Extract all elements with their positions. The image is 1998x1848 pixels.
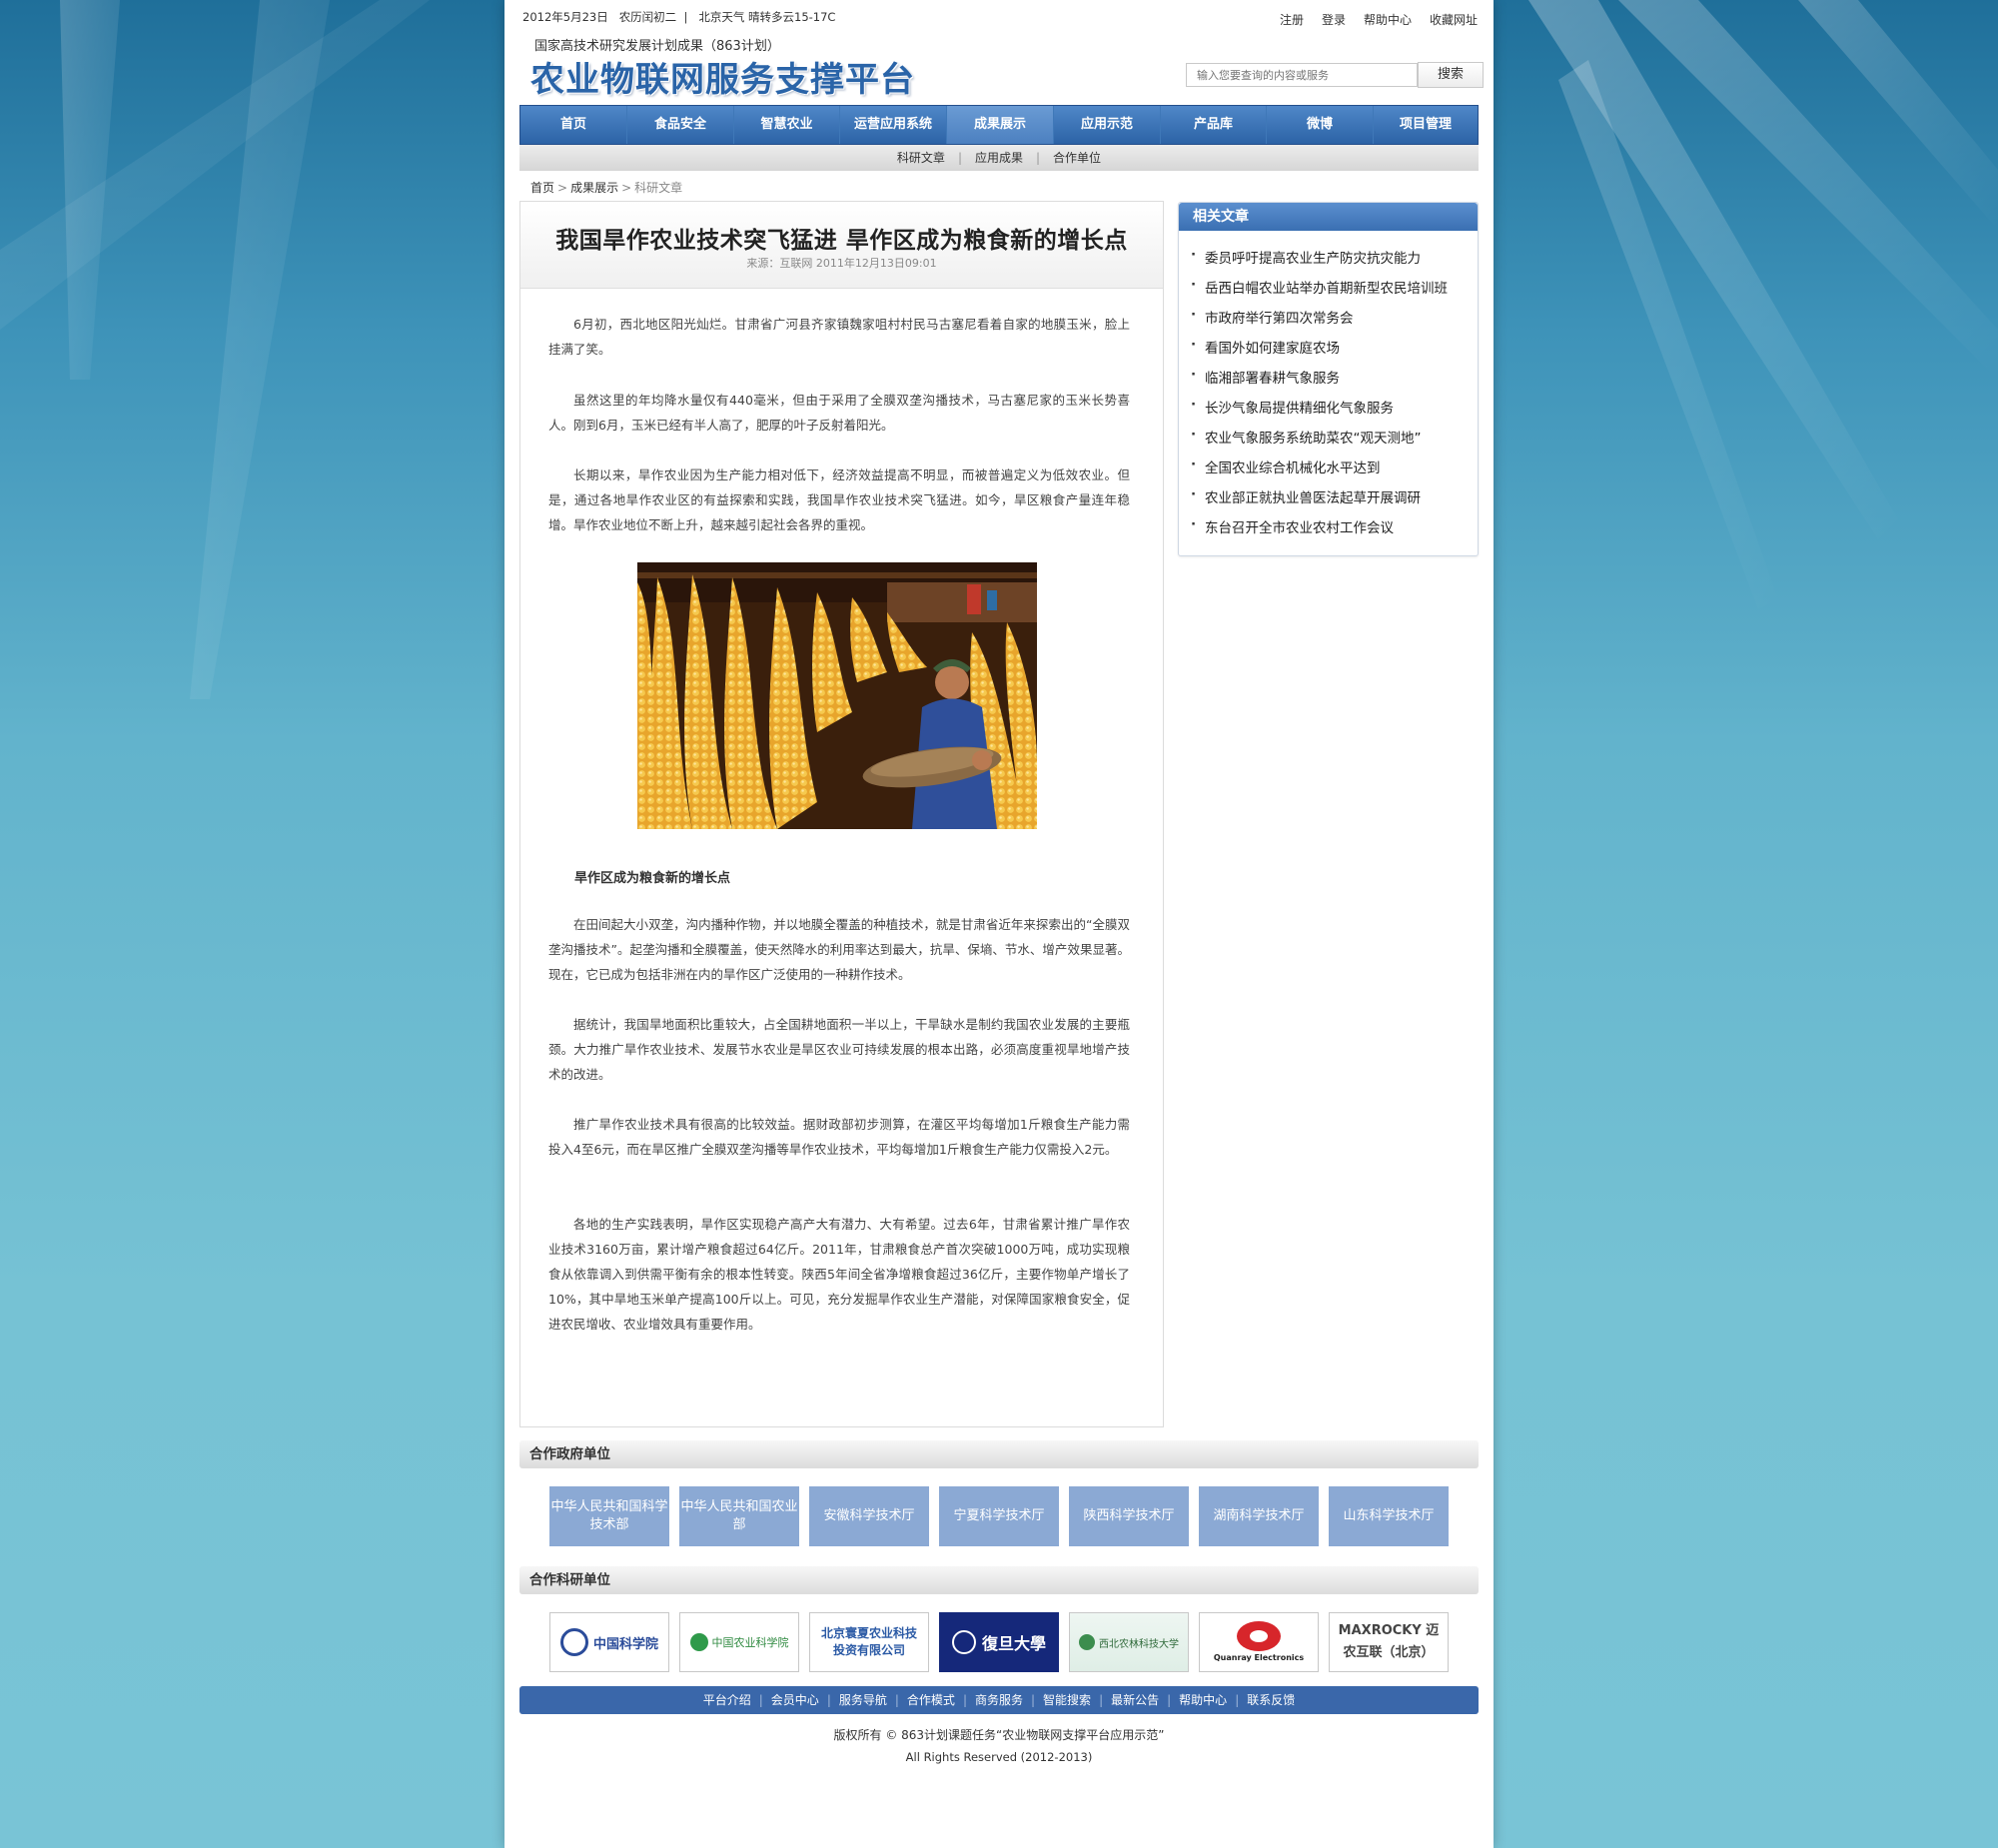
nav-demonstration[interactable]: 应用示范	[1054, 106, 1161, 144]
nav-weibo[interactable]: 微博	[1267, 106, 1374, 144]
research-partners-title: 合作科研单位	[519, 1566, 1479, 1594]
related-article-link[interactable]: 东台召开全市农业农村工作会议	[1191, 516, 1394, 536]
related-article-link[interactable]: 委员呼吁提高农业生产防灾抗灾能力	[1191, 247, 1421, 267]
bookmark-link[interactable]: 收藏网址	[1430, 13, 1478, 27]
subnav-application-results[interactable]: 应用成果	[962, 151, 1036, 165]
gov-partner-tile[interactable]: 安徽科学技术厅	[809, 1486, 929, 1546]
top-links: 注册 登录 帮助中心 收藏网址	[1262, 11, 1478, 28]
related-articles-title: 相关文章	[1179, 203, 1478, 231]
breadcrumb-achievements[interactable]: 成果展示	[570, 181, 618, 195]
related-articles-panel: 相关文章 委员呼吁提高农业生产防灾抗灾能力 岳西白帽农业站举办首期新型农民培训班…	[1178, 202, 1479, 556]
lunar-date: 农历闰初二	[618, 10, 677, 24]
article-paragraph: 6月初，西北地区阳光灿烂。甘肃省广河县齐家镇魏家咀村村民马古塞尼看着自家的地膜玉…	[548, 317, 1130, 357]
article-paragraph: 各地的生产实践表明，旱作区实现稳产高产大有潜力、大有希望。过去6年，甘肃省累计推…	[548, 1217, 1130, 1332]
date-text: 2012年5月23日	[522, 10, 608, 24]
article-paragraph: 长期以来，旱作农业因为生产能力相对低下，经济效益提高不明显，而被普遍定义为低效农…	[548, 467, 1130, 532]
gov-partners-title: 合作政府单位	[519, 1440, 1479, 1468]
footer-rights: All Rights Reserved (2012-2013)	[905, 1750, 1093, 1764]
help-center-link[interactable]: 帮助中心	[1364, 13, 1412, 27]
article-paragraph: 虽然这里的年均降水量仅有440毫米，但由于采用了全膜双垄沟播技术，马古塞尼家的玉…	[548, 393, 1130, 433]
gov-partner-tile[interactable]: 陕西科学技术厅	[1069, 1486, 1189, 1546]
related-article-link[interactable]: 农业气象服务系统助菜农“观天测地”	[1191, 427, 1421, 447]
breadcrumb-home[interactable]: 首页	[530, 181, 554, 195]
footer-link-platform-intro[interactable]: 平台介绍	[703, 1693, 751, 1707]
footer-link-feedback[interactable]: 联系反馈	[1247, 1693, 1295, 1707]
breadcrumb-current: 科研文章	[634, 181, 683, 195]
article-panel: 我国旱作农业技术突飞猛进 旱作区成为粮食新的增长点 来源：互联网 2011年12…	[519, 201, 1164, 1427]
weather-text: 北京天气 晴转多云15-17C	[698, 10, 836, 24]
footer-copyright: 版权所有 © 863计划课题任务“农业物联网支撑平台应用示范”	[833, 1728, 1165, 1742]
partner-logo-beijing-agri[interactable]: 北京寰夏农业科技投资有限公司	[809, 1612, 929, 1672]
top-info: 2012年5月23日 农历闰初二 | 北京天气 晴转多云15-17C	[522, 10, 836, 24]
partner-logo-fudan[interactable]: 復旦大學	[939, 1612, 1059, 1672]
article-photo	[637, 562, 1037, 829]
partner-logo-nwafu[interactable]: 西北农林科技大学	[1069, 1612, 1189, 1672]
footer-link-help[interactable]: 帮助中心	[1179, 1693, 1227, 1707]
related-article-link[interactable]: 看国外如何建家庭农场	[1191, 337, 1340, 357]
page-container: 2012年5月23日 农历闰初二 | 北京天气 晴转多云15-17C 注册 登录帮…	[504, 0, 1494, 1848]
footer-link-cooperation[interactable]: 合作模式	[907, 1693, 955, 1707]
gov-partner-tile[interactable]: 山东科学技术厅	[1329, 1486, 1449, 1546]
partner-logo-caas[interactable]: 中国农业科学院	[679, 1612, 799, 1672]
gov-partner-tile[interactable]: 宁夏科学技术厅	[939, 1486, 1059, 1546]
article-meta: 来源：互联网 2011年12月13日09:01	[746, 257, 937, 270]
footer-link-smart-search[interactable]: 智能搜索	[1043, 1693, 1091, 1707]
nav-products[interactable]: 产品库	[1161, 106, 1267, 144]
gov-partner-tile[interactable]: 中华人民共和国农业部	[679, 1486, 799, 1546]
related-article-link[interactable]: 岳西白帽农业站举办首期新型农民培训班	[1191, 277, 1448, 297]
sub-nav: 科研文章 | 应用成果 | 合作单位	[519, 145, 1479, 171]
related-article-link[interactable]: 全国农业综合机械化水平达到	[1191, 457, 1380, 476]
nav-operation-systems[interactable]: 运营应用系统	[840, 106, 947, 144]
nav-achievements[interactable]: 成果展示	[947, 106, 1054, 144]
footer-link-member-center[interactable]: 会员中心	[771, 1693, 819, 1707]
footer-link-announcements[interactable]: 最新公告	[1111, 1693, 1159, 1707]
article-title: 我国旱作农业技术突飞猛进 旱作区成为粮食新的增长点	[555, 228, 1128, 254]
main-nav: 首页 食品安全 智慧农业 运营应用系统 成果展示 应用示范 产品库 微博 项目管…	[519, 105, 1479, 145]
site-logo[interactable]: 农业物联网服务支撑平台	[530, 52, 915, 101]
article-paragraph: 据统计，我国旱地面积比重较大，占全国耕地面积一半以上，干旱缺水是制约我国农业发展…	[548, 1017, 1130, 1082]
register-link[interactable]: 注册	[1280, 13, 1304, 27]
subnav-partners[interactable]: 合作单位	[1040, 151, 1114, 165]
gov-partner-tile[interactable]: 中华人民共和国科学技术部	[549, 1486, 669, 1546]
footer-nav: 平台介绍 | 会员中心 | 服务导航 | 合作模式 | 商务服务 | 智能搜索 | 最新公告 | 帮助中心 |…	[519, 1686, 1479, 1714]
partner-logo-quanray[interactable]: Quanray Electronics	[1199, 1612, 1319, 1672]
gov-partner-tile[interactable]: 湖南科学技术厅	[1199, 1486, 1319, 1546]
footer-link-business[interactable]: 商务服务	[975, 1693, 1023, 1707]
related-article-link[interactable]: 市政府举行第四次常务会	[1191, 307, 1353, 327]
login-link[interactable]: 登录	[1322, 13, 1346, 27]
nav-project-management[interactable]: 项目管理	[1374, 106, 1478, 144]
breadcrumb: 首页 > 成果展示 > 科研文章	[530, 181, 683, 195]
article-paragraph: 推广旱作农业技术具有很高的比较效益。据财政部初步测算，在灌区平均每增加1斤粮食生…	[548, 1117, 1130, 1157]
related-article-link[interactable]: 临湘部署春耕气象服务	[1191, 367, 1340, 387]
related-article-link[interactable]: 长沙气象局提供精细化气象服务	[1191, 397, 1394, 417]
subnav-research-articles[interactable]: 科研文章	[884, 151, 958, 165]
nav-food-safety[interactable]: 食品安全	[627, 106, 734, 144]
nav-home[interactable]: 首页	[520, 106, 627, 144]
nav-smart-agriculture[interactable]: 智慧农业	[734, 106, 840, 144]
related-article-link[interactable]: 农业部正就执业兽医法起草开展调研	[1191, 486, 1421, 506]
search-button[interactable]: 搜索	[1418, 62, 1484, 88]
partner-logo-maxrocky[interactable]: MAXROCKY 迈农互联（北京）	[1329, 1612, 1449, 1672]
footer-link-service-nav[interactable]: 服务导航	[839, 1693, 887, 1707]
partner-logo-cas[interactable]: 中国科学院	[549, 1612, 669, 1672]
article-subheading: 旱作区成为粮食新的增长点	[574, 871, 731, 886]
search-input[interactable]	[1186, 63, 1418, 87]
article-paragraph: 在田间起大小双垄，沟内播种作物，并以地膜全覆盖的种植技术，就是甘肃省近年来探索出…	[548, 917, 1130, 982]
